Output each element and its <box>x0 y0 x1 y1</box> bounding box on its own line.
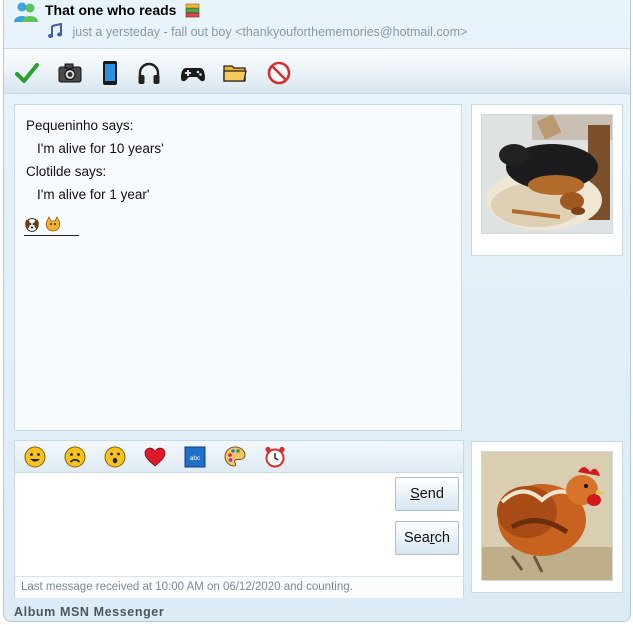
user-avatar[interactable] <box>471 441 623 593</box>
text-style-icon[interactable]: abc <box>183 445 207 469</box>
contact-avatar[interactable] <box>471 104 623 256</box>
alarm-clock-icon[interactable] <box>263 445 287 469</box>
status-bar: Last message received at 10:00 AM on 06/… <box>15 576 463 598</box>
music-note-icon <box>47 22 63 39</box>
sent-emoticons <box>24 214 79 236</box>
checkmark-icon[interactable] <box>13 59 41 87</box>
personal-message: just a yersteday - fall out boy <thankyo… <box>47 22 468 39</box>
gamepad-icon[interactable] <box>179 59 207 87</box>
send-button[interactable]: Send <box>395 477 459 511</box>
camera-icon[interactable] <box>56 59 84 87</box>
phone-icon[interactable] <box>96 59 124 87</box>
dog-photo <box>481 114 613 234</box>
text-style-label: abc <box>190 455 201 462</box>
folder-icon[interactable] <box>221 59 249 87</box>
message-sender: Pequeninho says: <box>26 118 134 133</box>
contact-name-text: That one who reads <box>45 2 177 18</box>
block-icon[interactable] <box>265 59 293 87</box>
search-button-label: Search <box>404 530 450 546</box>
messenger-window: That one who reads just a yersteday - fa… <box>3 0 631 622</box>
personal-message-text: just a yersteday - fall out boy <thankyo… <box>72 25 468 39</box>
headphones-icon[interactable] <box>135 59 163 87</box>
conversation-header: That one who reads just a yersteday - fa… <box>4 0 630 46</box>
buddy-icon <box>13 1 39 23</box>
rooster-photo <box>481 451 613 581</box>
cat-emoticon-icon <box>45 216 61 232</box>
app-name: Album MSN Messenger <box>14 605 165 619</box>
search-button[interactable]: Search <box>395 521 459 555</box>
dog-emoticon-icon <box>25 218 39 232</box>
compose-area: abc Send Search Last message received at… <box>14 440 464 598</box>
conversation-history: Pequeninho says: I'm alive for 10 years'… <box>14 104 462 431</box>
toolbar <box>4 48 630 94</box>
send-button-label: Send <box>410 486 444 502</box>
palette-icon[interactable] <box>223 445 247 469</box>
message-text: I'm alive for 10 years' <box>37 141 164 156</box>
emoticon-toolbar: abc <box>15 441 463 473</box>
surprised-icon[interactable] <box>103 445 127 469</box>
message-input[interactable] <box>15 473 390 576</box>
message-sender: Clotilde says: <box>26 164 107 179</box>
books-icon <box>185 3 200 18</box>
message-text: I'm alive for 1 year' <box>37 187 150 202</box>
sad-icon[interactable] <box>63 445 87 469</box>
contact-name: That one who reads <box>45 2 200 18</box>
smile-icon[interactable] <box>23 445 47 469</box>
heart-icon[interactable] <box>143 445 167 469</box>
